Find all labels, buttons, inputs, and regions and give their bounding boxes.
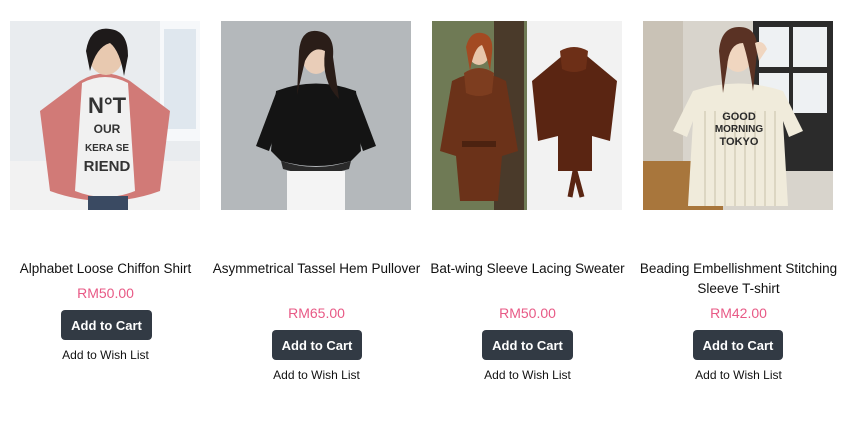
- product-card: N°T OUR KERA SE RIEND Alphabet Loose Chi…: [0, 0, 211, 436]
- product-title[interactable]: Asymmetrical Tassel Hem Pullover: [211, 259, 422, 279]
- add-to-wish-list-link[interactable]: Add to Wish List: [633, 368, 844, 382]
- product-card: Bat-wing Sleeve Lacing Sweater RM50.00 A…: [422, 0, 633, 436]
- product-price: RM50.00: [77, 285, 134, 301]
- product-image[interactable]: N°T OUR KERA SE RIEND: [10, 21, 200, 210]
- product-title[interactable]: Alphabet Loose Chiffon Shirt: [0, 259, 211, 279]
- add-to-cart-button[interactable]: Add to Cart: [61, 310, 152, 340]
- product-photo-tassel-pullover: [221, 21, 411, 210]
- add-to-cart-button[interactable]: Add to Cart: [482, 330, 573, 360]
- product-card: GOOD MORNING TOKYO Beading Embellishment…: [633, 0, 844, 436]
- shirt-print-line: MORNING: [715, 124, 764, 135]
- product-price: RM42.00: [710, 305, 767, 321]
- add-to-cart-button[interactable]: Add to Cart: [272, 330, 362, 360]
- shirt-print-line: KERA SE: [85, 143, 129, 154]
- product-photo-alphabet-shirt: N°T OUR KERA SE RIEND: [10, 21, 200, 210]
- shirt-print-line: RIEND: [84, 158, 131, 175]
- add-to-wish-list-link[interactable]: Add to Wish List: [422, 368, 633, 382]
- shirt-print-line: N°T: [88, 93, 127, 118]
- product-photo-batwing-sweater: [432, 21, 622, 210]
- product-price: RM65.00: [288, 305, 345, 321]
- product-price: RM50.00: [499, 305, 556, 321]
- product-title[interactable]: Beading Embellishment Stitching Sleeve T…: [633, 259, 844, 299]
- shirt-print-line: TOKYO: [720, 136, 759, 148]
- shirt-print-line: GOOD: [722, 111, 756, 123]
- product-card: Asymmetrical Tassel Hem Pullover RM65.00…: [211, 0, 422, 436]
- add-to-wish-list-link[interactable]: Add to Wish List: [0, 348, 211, 362]
- product-photo-beading-tshirt: GOOD MORNING TOKYO: [643, 21, 833, 210]
- product-image[interactable]: [221, 21, 411, 210]
- product-image[interactable]: GOOD MORNING TOKYO: [643, 21, 833, 210]
- add-to-wish-list-link[interactable]: Add to Wish List: [211, 368, 422, 382]
- shirt-print-line: OUR: [94, 122, 121, 136]
- product-image[interactable]: [432, 21, 622, 210]
- add-to-cart-button[interactable]: Add to Cart: [693, 330, 783, 360]
- product-title[interactable]: Bat-wing Sleeve Lacing Sweater: [422, 259, 633, 279]
